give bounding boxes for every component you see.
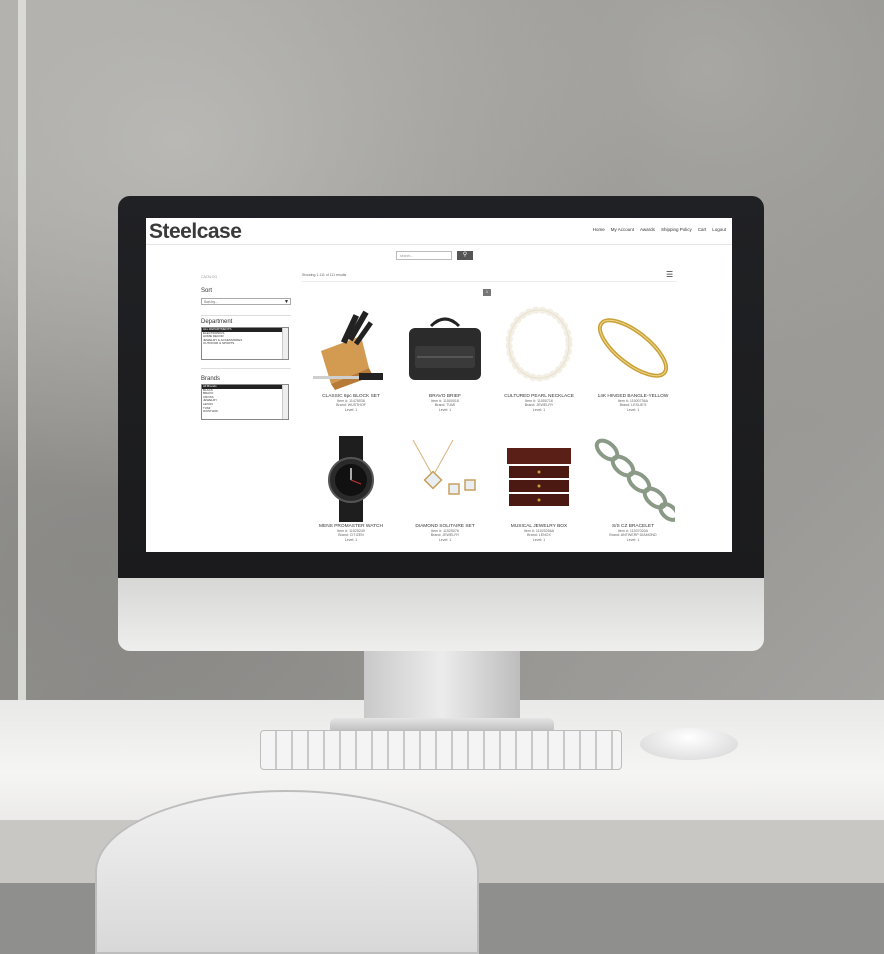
- pagination-page[interactable]: 1: [483, 289, 491, 296]
- nav-home[interactable]: Home: [593, 227, 605, 232]
- product-card[interactable]: DIAMOND SOLITAIRE SET Item #: 11525076 B…: [402, 436, 488, 542]
- results-divider: [302, 281, 677, 282]
- scrollbar[interactable]: [282, 385, 288, 419]
- sort-value: Sort by...: [204, 300, 218, 304]
- jewelry-box-image[interactable]: [497, 436, 581, 522]
- product-card[interactable]: 14K HINGED BANGLE-YELLOW Item #: 1150073…: [590, 306, 676, 412]
- sort-select[interactable]: Sort by... ▼: [201, 298, 291, 305]
- nav-cart[interactable]: Cart: [698, 227, 707, 232]
- product-card[interactable]: BRAVO BRIEF Item #: 11500016 Brand: TUMI…: [402, 306, 488, 412]
- brands-listbox[interactable]: All Brands BLACK BRAVO CROSS JEWELRY LEN…: [201, 384, 289, 420]
- mouse: [640, 728, 738, 760]
- search-input[interactable]: search...: [396, 251, 452, 260]
- brand-option[interactable]: WUSTHOF: [202, 410, 288, 414]
- watch-image[interactable]: [309, 436, 393, 522]
- pearl-necklace-image[interactable]: [497, 306, 581, 392]
- catalog-label: CATALOG: [201, 275, 218, 279]
- list-view-icon[interactable]: ☰: [666, 271, 673, 279]
- chain-bracelet-image[interactable]: [591, 436, 680, 522]
- product-level: Level: 1: [344, 537, 358, 542]
- product-card[interactable]: MENS PROMASTER WATCH Item #: 11525249 Br…: [308, 436, 394, 542]
- sidebar-divider: [201, 368, 291, 369]
- product-card[interactable]: S/S CZ BRACELET Item #: 11537020A Brand:…: [590, 436, 680, 542]
- nav-shipping-policy[interactable]: Shipping Policy: [661, 227, 692, 232]
- top-nav: Home My Account Awards Shipping Policy C…: [593, 227, 726, 232]
- diamond-set-image[interactable]: [403, 436, 487, 522]
- product-level: Level: 1: [344, 407, 358, 412]
- product-card[interactable]: CULTURED PEARL NECKLACE Item #: 11500716…: [496, 306, 582, 412]
- department-title: Department: [201, 319, 233, 325]
- window-frame: [18, 0, 26, 705]
- nav-logout[interactable]: Logout: [712, 227, 726, 232]
- sort-title: Sort: [201, 288, 213, 294]
- nav-my-account[interactable]: My Account: [611, 227, 634, 232]
- department-option[interactable]: OUTDOOR & SPORTS: [202, 342, 288, 346]
- product-level: Level: 1: [438, 407, 452, 412]
- department-listbox[interactable]: ALL DEPARTMENTS ELECTRONICS HOME DECOR J…: [201, 327, 289, 360]
- knife-block-image[interactable]: [309, 306, 393, 392]
- product-level: Level: 1: [626, 537, 640, 542]
- scrollbar[interactable]: [282, 328, 288, 359]
- nav-awards[interactable]: Awards: [640, 227, 655, 232]
- sidebar-divider: [201, 315, 291, 316]
- product-level: Level: 1: [438, 537, 452, 542]
- header-divider: [146, 244, 732, 245]
- product-card[interactable]: MUSICAL JEWELRY BOX Item #: 11525266A Br…: [496, 436, 582, 542]
- product-level: Level: 1: [532, 407, 546, 412]
- site-logo[interactable]: Steelcase: [149, 220, 242, 244]
- search-icon: ⚲: [462, 252, 468, 258]
- keyboard: [260, 730, 622, 770]
- briefcase-image[interactable]: [403, 306, 487, 392]
- product-card[interactable]: CLASSIC 8pc BLOCK SET Item #: 11478036 B…: [308, 306, 394, 412]
- product-level: Level: 1: [532, 537, 546, 542]
- monitor-stand: [364, 645, 520, 725]
- search-button[interactable]: ⚲: [457, 251, 473, 260]
- results-count: Showing 1-111 of 111 results: [302, 273, 347, 277]
- chair: [95, 790, 479, 954]
- browser-screen: Steelcase Home My Account Awards Shippin…: [146, 218, 732, 552]
- bangle-image[interactable]: [591, 306, 675, 392]
- product-level: Level: 1: [626, 407, 640, 412]
- brands-title: Brands: [201, 376, 221, 382]
- chevron-down-icon: ▼: [284, 299, 289, 305]
